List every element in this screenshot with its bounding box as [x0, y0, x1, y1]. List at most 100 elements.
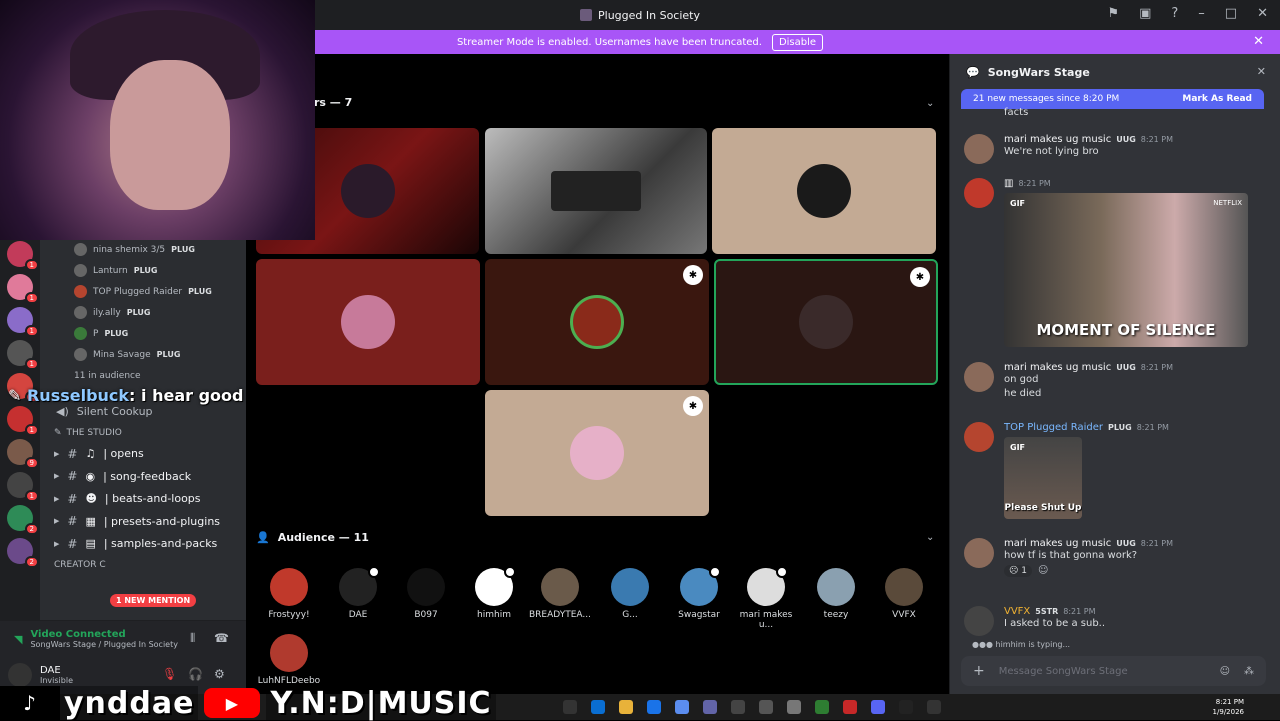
taskbar-app-icon[interactable]	[619, 700, 633, 714]
taskbar-app-icon[interactable]	[815, 700, 829, 714]
audience-member[interactable]: G...	[598, 568, 662, 620]
speaker-tile[interactable]: ✱	[485, 390, 709, 516]
speaker-tile[interactable]	[256, 259, 480, 385]
close-window-icon[interactable]: ✕	[1257, 6, 1268, 21]
avatar	[270, 634, 308, 672]
disable-streamer-mode-button[interactable]: Disable	[771, 33, 824, 51]
server-icon[interactable]: 9	[7, 439, 39, 469]
server-icon[interactable]: 2	[7, 505, 39, 535]
inbox-icon[interactable]: ▣	[1139, 6, 1151, 21]
stream-social-overlay: ♪ ynddae ▶ Y.N:D|MUSIC	[0, 685, 496, 721]
taskbar-app-icon[interactable]	[731, 700, 745, 714]
record-icon: ◉	[85, 469, 96, 483]
avatar	[551, 171, 641, 211]
chevron-down-icon[interactable]: ⌄	[926, 532, 934, 543]
avatar	[680, 566, 721, 606]
avatar[interactable]	[964, 422, 994, 452]
maximize-icon[interactable]: □	[1225, 6, 1237, 21]
settings-gear-icon[interactable]: ⚙	[214, 667, 225, 681]
reaction-chip[interactable]: ☹ 1	[1004, 565, 1032, 577]
channel-beats-and-loops[interactable]: ▶ # ☻ | beats-and-loops	[40, 488, 246, 511]
channel-opens[interactable]: ▶ # ♫ | opens	[40, 443, 246, 466]
avatar[interactable]	[964, 178, 994, 208]
voice-user[interactable]: P PLUG	[40, 323, 246, 344]
flag-icon[interactable]: ⚑	[1107, 6, 1119, 21]
typing-indicator: ●●● himhim is typing...	[972, 640, 1071, 649]
audience-member[interactable]: Frostyyy!	[257, 568, 321, 620]
close-icon[interactable]: ✕	[1253, 34, 1264, 49]
audience-member[interactable]: LuhNFLDeebo	[257, 634, 321, 686]
taskbar-app-icon[interactable]	[591, 700, 605, 714]
audience-member[interactable]: DAE	[326, 566, 390, 620]
audience-member[interactable]: BREADYTEA...	[528, 568, 592, 620]
server-icon[interactable]: 1	[7, 307, 39, 337]
mute-icon[interactable]: 🎙	[162, 667, 177, 681]
moderator-icon: ✱	[683, 396, 703, 416]
new-mention-pill[interactable]: 1 NEW MENTION	[110, 594, 197, 607]
avatar[interactable]	[964, 538, 994, 568]
new-messages-bar[interactable]: 21 new messages since 8:20 PM Mark As Re…	[961, 89, 1264, 109]
category-the-studio[interactable]: ✎ THE STUDIO	[40, 423, 246, 443]
channel-samples-and-packs[interactable]: ▶ # ▤ | samples-and-packs	[40, 533, 246, 556]
chevron-down-icon[interactable]: ⌄	[926, 98, 934, 109]
taskbar-app-icon[interactable]	[647, 700, 661, 714]
speaker-tile[interactable]	[712, 128, 936, 254]
audience-member[interactable]: himhim	[462, 566, 526, 620]
noise-suppression-icon[interactable]: ⦀	[190, 631, 195, 646]
server-icon[interactable]: 1	[7, 274, 39, 304]
voice-user[interactable]: Mina Savage PLUG	[40, 344, 246, 365]
channel-song-feedback[interactable]: ▶ # ◉ | song-feedback	[40, 465, 246, 488]
audience-member[interactable]: mari makes u...	[734, 566, 798, 630]
taskbar-app-icon[interactable]	[787, 700, 801, 714]
taskbar-app-icon[interactable]	[675, 700, 689, 714]
voice-user[interactable]: ily.ally PLUG	[40, 302, 246, 323]
audience-count[interactable]: 11 in audience	[40, 365, 246, 386]
taskbar-app-icon[interactable]	[871, 700, 885, 714]
category-creator[interactable]: CREATOR C	[40, 555, 246, 575]
apps-icon[interactable]: ⁂	[1244, 666, 1254, 677]
avatar[interactable]	[8, 663, 32, 687]
audience-member[interactable]: Swagstar	[667, 566, 731, 620]
taskbar-app-icon[interactable]	[843, 700, 857, 714]
deafen-icon[interactable]: 🎧	[188, 667, 203, 681]
avatar[interactable]	[964, 362, 994, 392]
plus-icon[interactable]: +	[973, 663, 985, 679]
speaker-tile[interactable]: ✱	[485, 259, 709, 385]
channel-presets-and-plugins[interactable]: ▶ # ▦ | presets-and-plugins	[40, 510, 246, 533]
voice-user[interactable]: nina shemix 3/5 PLUG	[40, 239, 246, 260]
taskbar-app-icon[interactable]	[759, 700, 773, 714]
clock-time[interactable]: 8:21 PM	[1213, 697, 1244, 707]
disconnect-icon[interactable]: ☎	[214, 631, 229, 645]
taskbar-app-icon[interactable]	[703, 700, 717, 714]
server-icon[interactable]: 1	[7, 340, 39, 370]
taskbar-app-icon[interactable]	[927, 700, 941, 714]
audience-member[interactable]: teezy	[804, 568, 868, 620]
avatar	[541, 568, 579, 606]
minimize-icon[interactable]: –	[1198, 6, 1205, 21]
server-icon[interactable]: 1	[7, 241, 39, 271]
audience-member[interactable]: VVFX	[872, 568, 936, 620]
mark-as-read-button[interactable]: Mark As Read	[1182, 94, 1252, 104]
server-icon[interactable]: 2	[7, 538, 39, 568]
message-input[interactable]: Message SongWars Stage	[999, 666, 1206, 677]
emoji-icon[interactable]: ☺	[1220, 666, 1230, 677]
gif-embed[interactable]: GIF Please Shut Up	[1004, 437, 1082, 519]
avatar[interactable]	[964, 134, 994, 164]
voice-location[interactable]: SongWars Stage / Plugged In Society	[30, 640, 178, 649]
server-icon[interactable]: 1	[7, 406, 39, 436]
close-icon[interactable]: ✕	[1257, 65, 1266, 78]
audience-member[interactable]: B097	[394, 568, 458, 620]
speaker-tile-speaking[interactable]: ✱	[714, 259, 938, 385]
message-composer[interactable]: + Message SongWars Stage ☺ ⁂	[961, 656, 1266, 686]
clock-date[interactable]: 1/9/2026	[1213, 707, 1244, 717]
speaker-tile[interactable]	[485, 128, 707, 254]
taskbar-app-icon[interactable]	[899, 700, 913, 714]
gif-embed[interactable]: GIF NETFLIX MOMENT OF SILENCE	[1004, 193, 1248, 347]
avatar[interactable]	[964, 606, 994, 636]
taskbar-app-icon[interactable]	[563, 700, 577, 714]
help-icon[interactable]: ?	[1171, 6, 1178, 21]
voice-user[interactable]: Lanturn PLUG	[40, 260, 246, 281]
server-icon[interactable]: 1	[7, 472, 39, 502]
add-reaction-icon[interactable]: ☺	[1038, 565, 1048, 577]
voice-user[interactable]: TOP Plugged Raider PLUG	[40, 281, 246, 302]
